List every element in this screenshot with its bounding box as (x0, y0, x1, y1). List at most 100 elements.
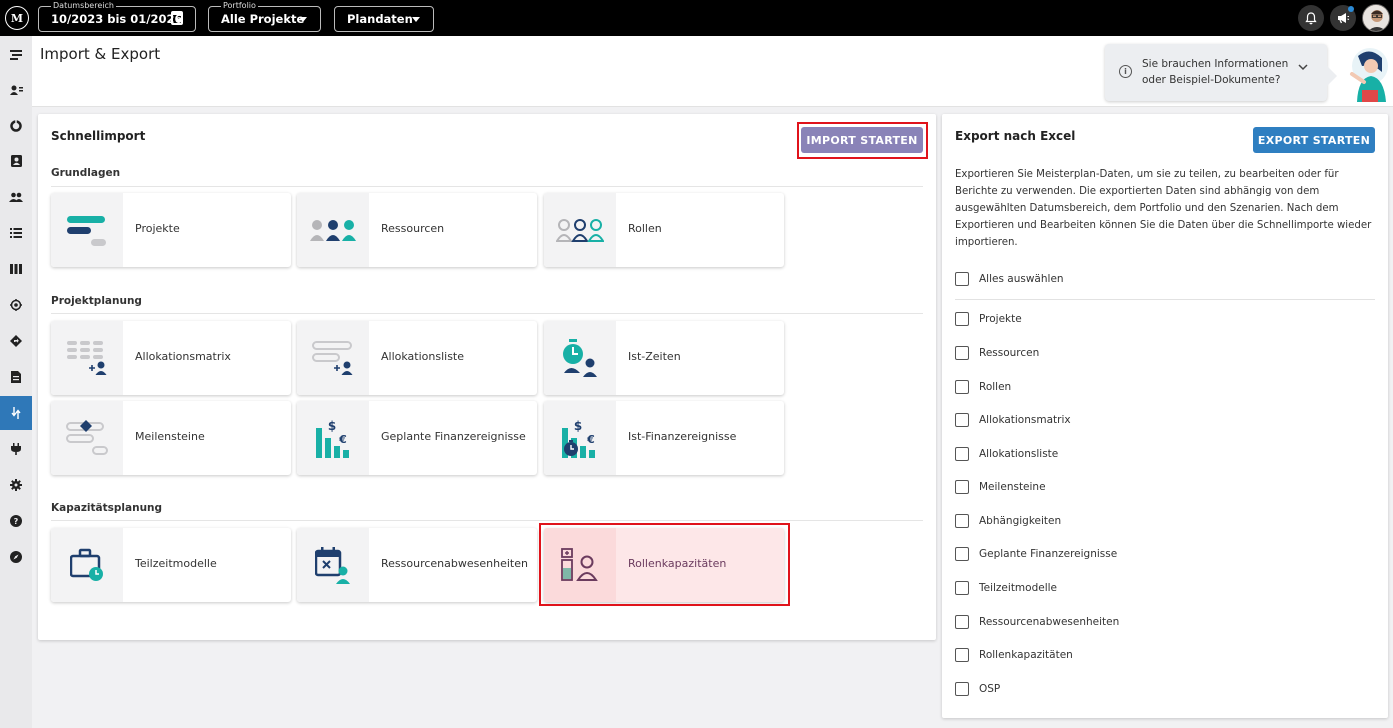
checkbox-teilzeitmodelle[interactable]: Teilzeitmodelle (955, 579, 1057, 597)
date-range-label: Datumsbereich (51, 0, 116, 11)
info-panel[interactable]: i Sie brauchen Informationen oder Beispi… (1105, 44, 1327, 101)
checkbox[interactable] (955, 615, 969, 629)
info-panel-arrow (1327, 66, 1337, 86)
sidebar-item-contacts[interactable] (0, 73, 32, 107)
sidebar-item-roadmap[interactable] (0, 324, 32, 358)
roles-icon (544, 193, 616, 267)
help-icon: ? (10, 515, 22, 527)
export-start-button[interactable]: EXPORT STARTEN (1253, 127, 1375, 153)
section-divider (51, 313, 923, 314)
checkbox[interactable] (955, 413, 969, 427)
tile-ist-finanzereignisse[interactable]: $ € Ist-Finanzereignisse (544, 401, 784, 475)
export-title: Export nach Excel (955, 129, 1076, 143)
checkbox-select-all[interactable]: Alles auswählen (955, 270, 1064, 288)
badge-icon (10, 155, 22, 167)
portfolio-select[interactable]: Portfolio Alle Projekte (208, 0, 321, 32)
tile-label: Ressourcenabwesenheiten (381, 557, 528, 570)
sidebar-item-menu[interactable] (0, 38, 32, 72)
checkbox[interactable] (955, 547, 969, 561)
people-icon (9, 192, 23, 202)
tile-label: Teilzeitmodelle (135, 557, 217, 570)
direction-icon (10, 335, 22, 347)
tile-rollen[interactable]: Rollen (544, 193, 784, 267)
sidebar-item-resources[interactable] (0, 180, 32, 214)
tile-label: Allokationsliste (381, 350, 465, 363)
section-divider (51, 520, 923, 521)
actual-finance-icon: $ € (544, 401, 616, 475)
sidebar-item-board[interactable] (0, 252, 32, 286)
gear-icon (10, 479, 22, 491)
checkbox-label: Allokationsmatrix (979, 414, 1071, 426)
checkbox[interactable] (955, 272, 969, 286)
checkbox-label: Projekte (979, 313, 1022, 325)
tile-allokationsliste[interactable]: Allokationsliste (297, 321, 537, 395)
checkbox-ressourcenabwesenheiten[interactable]: Ressourcenabwesenheiten (955, 613, 1119, 631)
checkbox-allokationsmatrix[interactable]: Allokationsmatrix (955, 411, 1071, 429)
checkbox-meilensteine[interactable]: Meilensteine (955, 478, 1046, 496)
tile-ist-zeiten[interactable]: Ist-Zeiten (544, 321, 784, 395)
section-label-grundlagen: Grundlagen (51, 167, 121, 179)
tile-geplante-finanzereignisse[interactable]: $ € Geplante Finanzereignisse (297, 401, 537, 475)
checkbox[interactable] (955, 380, 969, 394)
megaphone-icon (1337, 13, 1349, 24)
checkbox-label: Abhängigkeiten (979, 515, 1062, 527)
checkbox[interactable] (955, 514, 969, 528)
milestones-icon (51, 401, 123, 475)
tile-label: Meilensteine (135, 430, 205, 443)
sidebar-item-profile[interactable] (0, 144, 32, 178)
sidebar-item-reports[interactable] (0, 360, 32, 394)
import-export-icon (11, 407, 21, 419)
notifications-button[interactable] (1298, 5, 1324, 31)
tile-projekte[interactable]: Projekte (51, 193, 291, 267)
calendar-icon[interactable] (171, 11, 183, 25)
planned-finance-icon: $ € (297, 401, 369, 475)
checkbox-abhaengigkeiten[interactable]: Abhängigkeiten (955, 512, 1061, 530)
info-text-line1: Sie brauchen Informationen (1142, 58, 1289, 70)
export-description: Exportieren Sie Meisterplan-Daten, um si… (955, 169, 1372, 248)
svg-text:?: ? (14, 517, 19, 526)
checkbox-label: Geplante Finanzereignisse (979, 548, 1118, 560)
checkbox-allokationsliste[interactable]: Allokationsliste (955, 445, 1058, 463)
tile-allokationsmatrix[interactable]: Allokationsmatrix (51, 321, 291, 395)
calendar-absence-icon (297, 528, 369, 602)
plan-select[interactable]: Plandaten (334, 6, 434, 32)
checkbox[interactable] (955, 682, 969, 696)
notification-dot (1348, 6, 1354, 12)
checkbox-label: Meilensteine (979, 481, 1046, 493)
checkbox[interactable] (955, 312, 969, 326)
sidebar-item-integrations[interactable] (0, 432, 32, 466)
checkbox-ressourcen[interactable]: Ressourcen (955, 344, 1039, 362)
checkbox-geplante-finanzereignisse[interactable]: Geplante Finanzereignisse (955, 545, 1117, 563)
checkbox[interactable] (955, 581, 969, 595)
chevron-down-icon (412, 17, 420, 22)
checkbox-label: Ressourcen (979, 347, 1040, 359)
checkbox[interactable] (955, 346, 969, 360)
meisterplan-logo[interactable]: M (5, 6, 29, 30)
tile-teilzeitmodelle[interactable]: Teilzeitmodelle (51, 528, 291, 602)
checkbox-rollenkapazitaeten[interactable]: Rollenkapazitäten (955, 646, 1073, 664)
tile-ressourcenabwesenheiten[interactable]: Ressourcenabwesenheiten (297, 528, 537, 602)
tile-ressourcen[interactable]: Ressourcen (297, 193, 537, 267)
sidebar-item-settings[interactable] (0, 468, 32, 502)
svg-text:$: $ (328, 419, 336, 433)
sidebar-item-list[interactable] (0, 216, 32, 250)
checkbox-projekte[interactable]: Projekte (955, 310, 1022, 328)
checkbox-osp[interactable]: OSP (955, 680, 1000, 698)
announcements-button[interactable] (1330, 5, 1356, 31)
tile-label: Ist-Zeiten (628, 350, 681, 363)
sidebar-item-explore[interactable] (0, 540, 32, 574)
info-text-line2: oder Beispiel-Dokumente? (1142, 74, 1281, 86)
sidebar-item-dashboard[interactable] (0, 109, 32, 143)
checkbox[interactable] (955, 480, 969, 494)
sidebar-item-import-export[interactable] (0, 396, 32, 430)
sidebar-item-help[interactable]: ? (0, 504, 32, 538)
checkbox-rollen[interactable]: Rollen (955, 378, 1011, 396)
chevron-down-icon[interactable] (1298, 64, 1308, 71)
date-range-field[interactable]: Datumsbereich 10/2023 bis 01/2026 (38, 0, 196, 32)
page-header: Import & Export i Sie brauchen Informati… (32, 36, 1393, 107)
sidebar-item-target[interactable] (0, 288, 32, 322)
checkbox[interactable] (955, 648, 969, 662)
tile-meilensteine[interactable]: Meilensteine (51, 401, 291, 475)
checkbox[interactable] (955, 447, 969, 461)
user-avatar[interactable] (1362, 4, 1390, 32)
